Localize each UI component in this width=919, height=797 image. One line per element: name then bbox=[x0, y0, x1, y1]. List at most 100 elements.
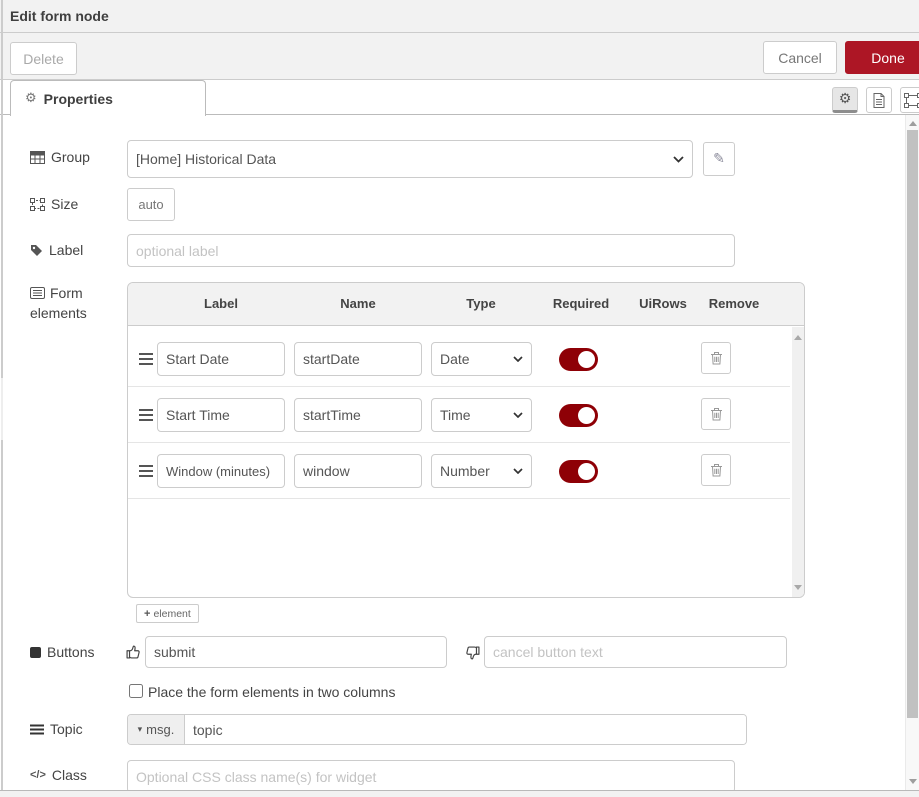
group-select[interactable]: [Home] Historical Data bbox=[127, 140, 693, 178]
square-icon bbox=[30, 647, 41, 658]
required-toggle[interactable] bbox=[559, 460, 598, 483]
properties-view-button[interactable]: ⚙ bbox=[832, 87, 858, 113]
two-columns-checkbox[interactable] bbox=[129, 684, 143, 698]
trash-icon bbox=[710, 407, 723, 421]
drag-handle-icon[interactable] bbox=[139, 465, 153, 477]
two-columns-label: Place the form elements in two columns bbox=[148, 684, 395, 700]
edit-form-node-dialog: Edit form node Delete Cancel Done ⚙ Prop… bbox=[0, 0, 919, 797]
group-select-value: [Home] Historical Data bbox=[136, 151, 276, 167]
remove-element-button[interactable] bbox=[701, 454, 731, 486]
appearance-view-button[interactable] bbox=[900, 87, 919, 113]
form-elements-table: Label Name Type Required UiRows Remove D… bbox=[127, 282, 805, 598]
required-toggle[interactable] bbox=[559, 404, 598, 427]
toggle-knob bbox=[578, 463, 595, 480]
code-icon: </> bbox=[30, 769, 46, 781]
submit-button-text-input[interactable] bbox=[145, 636, 447, 668]
toggle-knob bbox=[578, 407, 595, 424]
description-view-button[interactable] bbox=[866, 87, 892, 113]
label-input[interactable] bbox=[127, 234, 735, 267]
plus-icon: + bbox=[144, 608, 150, 620]
element-type-value: Date bbox=[440, 351, 470, 367]
cancel-button[interactable]: Cancel bbox=[763, 41, 837, 74]
size-icon bbox=[30, 198, 45, 211]
thumbs-down-icon bbox=[465, 646, 480, 661]
tag-icon bbox=[30, 244, 43, 257]
table-scroll-down-icon[interactable] bbox=[794, 585, 802, 590]
gear-icon: ⚙ bbox=[25, 91, 37, 106]
list-alt-icon bbox=[30, 287, 45, 299]
size-label-text: Size bbox=[51, 196, 78, 212]
buttons-label-text: Buttons bbox=[47, 644, 94, 660]
topic-typed-input: ▾ msg. bbox=[127, 714, 747, 745]
delete-button[interactable]: Delete bbox=[10, 42, 77, 75]
drag-handle-icon[interactable] bbox=[139, 353, 153, 365]
scroll-up-icon[interactable] bbox=[909, 121, 917, 126]
tab-properties-label: Properties bbox=[44, 91, 113, 107]
done-button[interactable]: Done bbox=[845, 41, 919, 74]
dialog-footer-edge bbox=[0, 790, 919, 797]
tray-resize-grip[interactable] bbox=[1, 378, 3, 440]
size-auto-button[interactable]: auto bbox=[127, 188, 175, 221]
element-name-input[interactable] bbox=[294, 342, 422, 376]
chevron-down-icon bbox=[513, 412, 523, 418]
element-label-input[interactable] bbox=[157, 398, 285, 432]
form-element-row: Time bbox=[128, 387, 790, 443]
thumbs-up-icon bbox=[126, 644, 141, 659]
add-element-button[interactable]: + element bbox=[136, 604, 199, 623]
table-scroll-up-icon[interactable] bbox=[794, 335, 802, 340]
chevron-down-icon bbox=[513, 356, 523, 362]
label-field-label: Label bbox=[30, 242, 83, 258]
size-field-label: Size bbox=[30, 196, 78, 212]
drag-handle-icon[interactable] bbox=[139, 409, 153, 421]
required-toggle[interactable] bbox=[559, 348, 598, 371]
element-type-select[interactable]: Date bbox=[431, 342, 532, 376]
table-icon bbox=[30, 151, 45, 164]
column-header-label: Label bbox=[204, 296, 238, 311]
tab-properties[interactable]: ⚙ Properties bbox=[10, 80, 206, 116]
topic-type-button[interactable]: ▾ msg. bbox=[128, 715, 185, 744]
trash-icon bbox=[710, 463, 723, 477]
column-header-uirows: UiRows bbox=[639, 296, 687, 311]
chevron-down-icon bbox=[513, 468, 523, 474]
main-scrollbar-thumb[interactable] bbox=[907, 130, 918, 718]
column-header-type: Type bbox=[466, 296, 495, 311]
element-type-select[interactable]: Number bbox=[431, 454, 532, 488]
object-group-icon bbox=[904, 93, 919, 108]
element-type-select[interactable]: Time bbox=[431, 398, 532, 432]
form-elements-label-line1: Form bbox=[50, 283, 83, 303]
gear-icon: ⚙ bbox=[839, 91, 852, 107]
add-element-label: element bbox=[153, 608, 190, 620]
dialog-title: Edit form node bbox=[10, 0, 109, 33]
topic-prefix-text: msg. bbox=[146, 722, 174, 737]
document-icon bbox=[873, 93, 885, 108]
topic-field-label: Topic bbox=[30, 721, 83, 737]
element-label-input[interactable] bbox=[157, 454, 285, 488]
element-name-input[interactable] bbox=[294, 398, 422, 432]
column-header-required: Required bbox=[553, 296, 609, 311]
edit-group-button[interactable]: ✎ bbox=[703, 142, 735, 176]
form-elements-field-label: Form elements bbox=[30, 283, 87, 323]
class-field-label: </> Class bbox=[30, 767, 87, 783]
form-element-row: Date bbox=[128, 331, 790, 387]
bars-icon bbox=[30, 724, 44, 735]
cancel-button-text-input[interactable] bbox=[484, 636, 787, 668]
element-label-input[interactable] bbox=[157, 342, 285, 376]
toggle-knob bbox=[578, 351, 595, 368]
form-elements-table-header: Label Name Type Required UiRows Remove bbox=[128, 283, 804, 326]
buttons-field-label: Buttons bbox=[30, 644, 94, 660]
element-type-value: Number bbox=[440, 463, 490, 479]
element-name-input[interactable] bbox=[294, 454, 422, 488]
label-label-text: Label bbox=[49, 242, 83, 258]
pencil-icon: ✎ bbox=[713, 151, 725, 167]
trash-icon bbox=[710, 351, 723, 365]
table-scrollbar[interactable] bbox=[792, 327, 805, 598]
topic-label-text: Topic bbox=[50, 721, 83, 737]
scroll-down-icon[interactable] bbox=[909, 779, 917, 784]
chevron-down-icon bbox=[673, 156, 684, 163]
remove-element-button[interactable] bbox=[701, 398, 731, 430]
form-elements-label-line2: elements bbox=[30, 303, 87, 323]
element-type-value: Time bbox=[440, 407, 471, 423]
class-input[interactable] bbox=[127, 760, 735, 793]
remove-element-button[interactable] bbox=[701, 342, 731, 374]
topic-input[interactable] bbox=[185, 715, 746, 744]
